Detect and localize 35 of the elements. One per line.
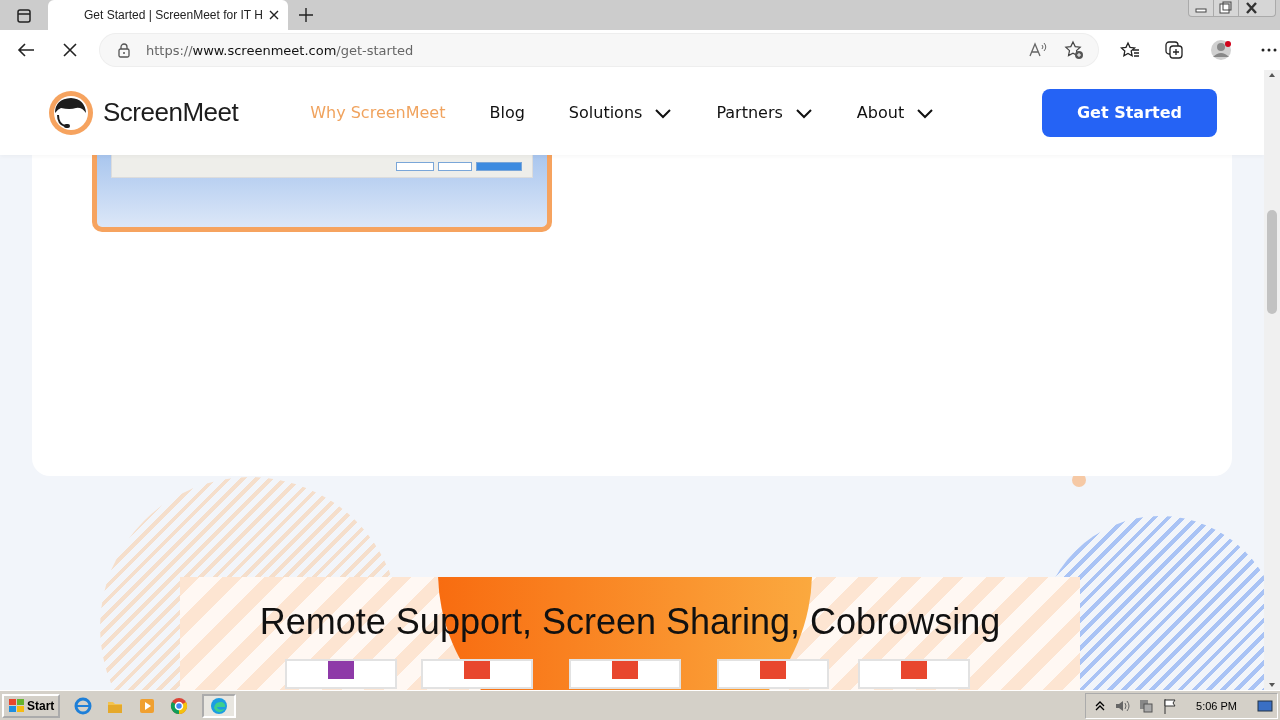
windows-logo-icon: [8, 697, 25, 714]
chrome-browser-icon[interactable]: [170, 696, 189, 715]
close-icon[interactable]: [268, 9, 280, 21]
clock: 5:06 PM: [1196, 699, 1237, 712]
url-text: https://www.screenmeet.com/get-started: [146, 42, 415, 58]
mini-button-drawing: [396, 161, 434, 171]
start-button[interactable]: Start: [2, 693, 61, 718]
nav-link[interactable]: Solutions: [568, 103, 673, 122]
mini-button-drawing: [438, 161, 472, 171]
flag-icon[interactable]: [1162, 697, 1179, 714]
profile-icon[interactable]: [1210, 39, 1232, 61]
nav-link[interactable]: About: [856, 103, 935, 122]
favorites-icon[interactable]: [1120, 41, 1140, 59]
chevron-down-icon[interactable]: [916, 106, 935, 119]
scrollbar-thumb[interactable]: [1267, 210, 1277, 314]
read-aloud-icon[interactable]: [1028, 41, 1048, 59]
nav-link[interactable]: Partners: [716, 103, 813, 122]
logo-wordmark[interactable]: ScreenMeet: [103, 97, 239, 128]
show-hidden-icons-icon[interactable]: [1094, 699, 1107, 712]
collections-icon[interactable]: [1164, 40, 1184, 60]
network-icon[interactable]: [1138, 697, 1155, 714]
address-bar[interactable]: https://www.screenmeet.com/get-started: [100, 34, 1098, 66]
chevron-down-icon[interactable]: [794, 106, 813, 119]
get-started-button[interactable]: Get Started: [1042, 88, 1217, 137]
mini-button-drawing: [476, 161, 522, 171]
browser-tab[interactable]: Get Started | ScreenMeet for IT H: [48, 0, 288, 30]
ie-browser-icon[interactable]: [74, 696, 93, 715]
nav-link[interactable]: Blog: [489, 103, 525, 122]
new-tab-icon[interactable]: [298, 7, 314, 23]
lock-icon: [116, 42, 132, 58]
logo-icon[interactable]: [47, 88, 95, 137]
add-favorite-icon[interactable]: [1064, 40, 1084, 60]
show-desktop-icon[interactable]: [1257, 697, 1273, 714]
chevron-down-icon[interactable]: [654, 106, 673, 119]
tab-actions-icon[interactable]: [16, 8, 32, 24]
